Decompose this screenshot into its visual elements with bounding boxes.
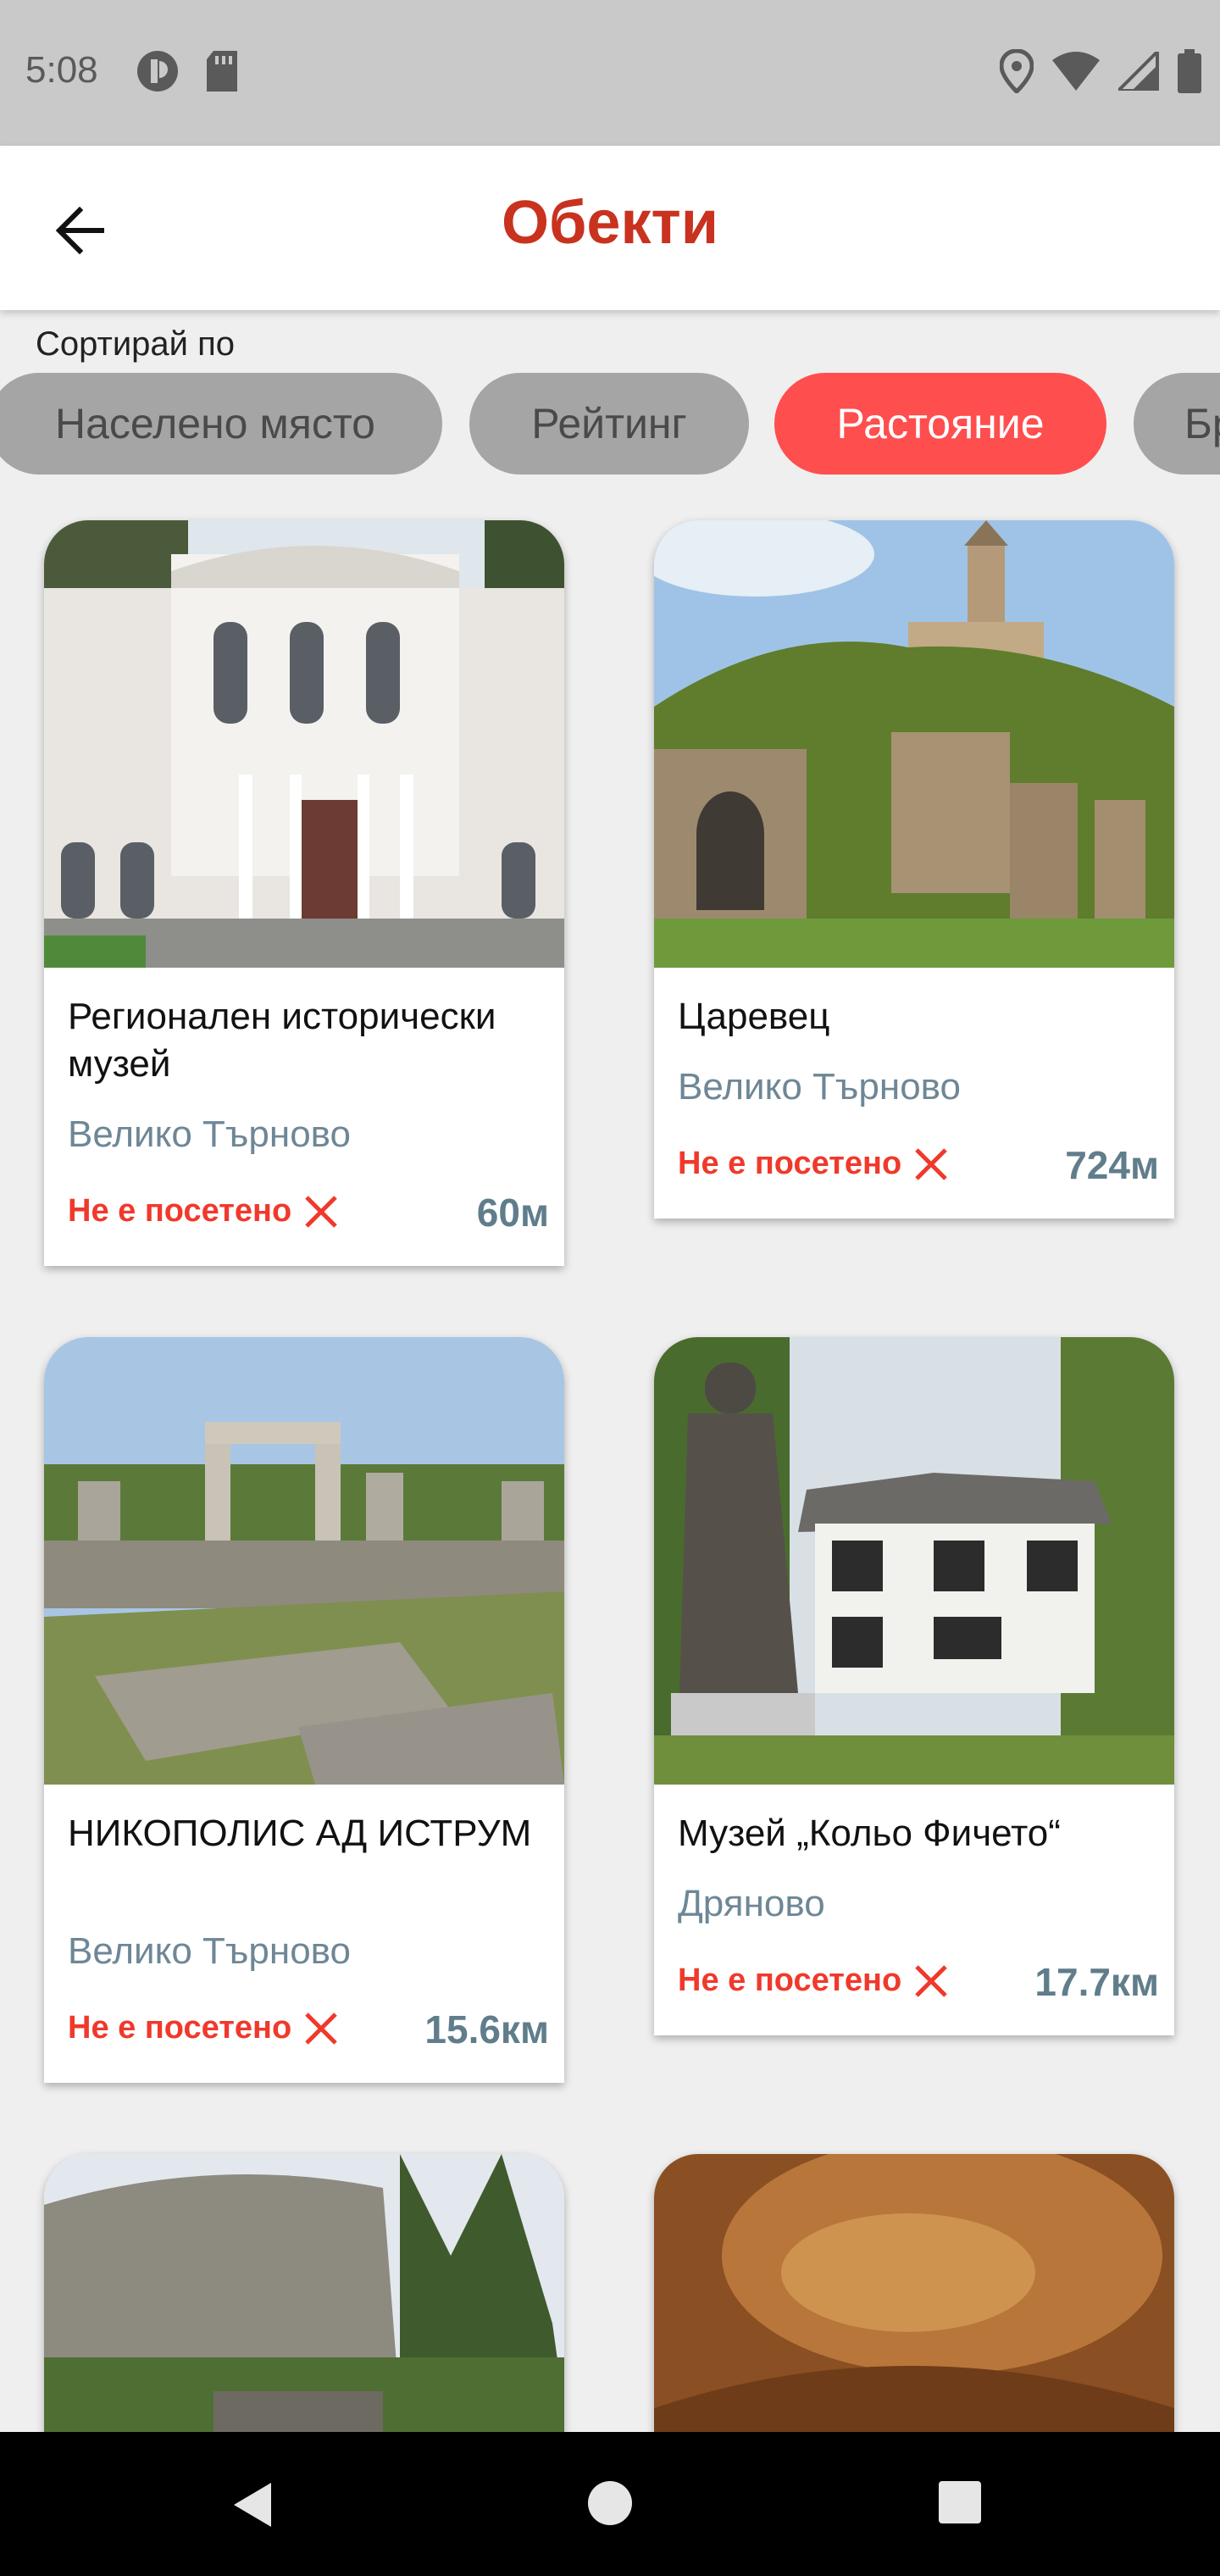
object-image bbox=[44, 520, 564, 968]
page-title: Обекти bbox=[501, 189, 719, 257]
object-title: Музей „Кольо Фичето“ bbox=[678, 1813, 1061, 1854]
object-image bbox=[44, 1337, 564, 1785]
status-time: 5:08 bbox=[25, 49, 98, 91]
sort-chip-rating[interactable]: Рейтинг bbox=[469, 373, 749, 475]
close-icon bbox=[303, 2011, 339, 2046]
back-triangle-icon[interactable] bbox=[227, 2479, 278, 2530]
object-distance: 60м bbox=[476, 1191, 549, 1235]
visit-status-label: Не е посетено bbox=[68, 1193, 292, 1229]
visit-status: Не е посетено bbox=[678, 1963, 949, 1999]
recents-square-icon[interactable] bbox=[937, 2479, 983, 2525]
home-circle-icon[interactable] bbox=[586, 2479, 634, 2527]
sort-label: Сортирай по bbox=[36, 325, 236, 363]
sort-chip-settlement[interactable]: Населено място bbox=[0, 373, 442, 475]
visit-status: Не е посетено bbox=[678, 1146, 949, 1182]
close-icon bbox=[913, 1146, 949, 1182]
object-city: Велико Търново bbox=[68, 1113, 352, 1155]
visit-status-label: Не е посетено bbox=[678, 1963, 902, 1998]
object-city: Велико Търново bbox=[678, 1066, 962, 1108]
wifi-icon bbox=[1052, 52, 1100, 91]
sort-chip-distance[interactable]: Растояние bbox=[774, 373, 1106, 475]
sort-chips: Населено място Рейтинг Растояние Бр bbox=[0, 373, 1220, 478]
object-image bbox=[654, 1337, 1174, 1785]
object-distance: 17.7км bbox=[1034, 1960, 1159, 2004]
object-card[interactable]: Регионален исторически музей Велико Търн… bbox=[44, 520, 564, 1266]
close-icon bbox=[303, 1194, 339, 1230]
object-city: Велико Търново bbox=[68, 1930, 352, 1972]
close-icon bbox=[913, 1963, 949, 1999]
visit-status-label: Не е посетено bbox=[68, 2010, 292, 2046]
visit-status-label: Не е посетено bbox=[678, 1146, 902, 1181]
location-icon bbox=[1000, 49, 1034, 93]
status-bar: 5:08 bbox=[0, 0, 1220, 146]
sd-card-icon bbox=[203, 49, 241, 93]
object-distance: 15.6км bbox=[424, 2007, 549, 2051]
object-title: Регионален исторически музей bbox=[68, 996, 496, 1085]
app-bar: Обекти bbox=[0, 146, 1220, 310]
object-title: НИКОПОЛИС АД ИСТРУМ bbox=[68, 1813, 532, 1854]
battery-icon bbox=[1178, 49, 1201, 93]
object-title: Царевец bbox=[678, 996, 830, 1037]
object-card[interactable]: Музей „Кольо Фичето“ Дряново Не е посете… bbox=[654, 1337, 1174, 2035]
object-image bbox=[654, 520, 1174, 968]
cell-signal-icon bbox=[1118, 52, 1159, 91]
object-card[interactable]: НИКОПОЛИС АД ИСТРУМ Велико Търново Не е … bbox=[44, 1337, 564, 2083]
object-city: Дряново bbox=[678, 1883, 825, 1924]
visit-status: Не е посетено bbox=[68, 2010, 339, 2046]
visit-status: Не е посетено bbox=[68, 1193, 339, 1230]
system-nav-bar bbox=[0, 2432, 1220, 2576]
signal-privacy-icon bbox=[136, 49, 180, 93]
object-distance: 724м bbox=[1065, 1143, 1159, 1187]
object-card[interactable]: Царевец Велико Търново Не е посетено 724… bbox=[654, 520, 1174, 1219]
sort-chip-count[interactable]: Бр bbox=[1134, 373, 1220, 475]
